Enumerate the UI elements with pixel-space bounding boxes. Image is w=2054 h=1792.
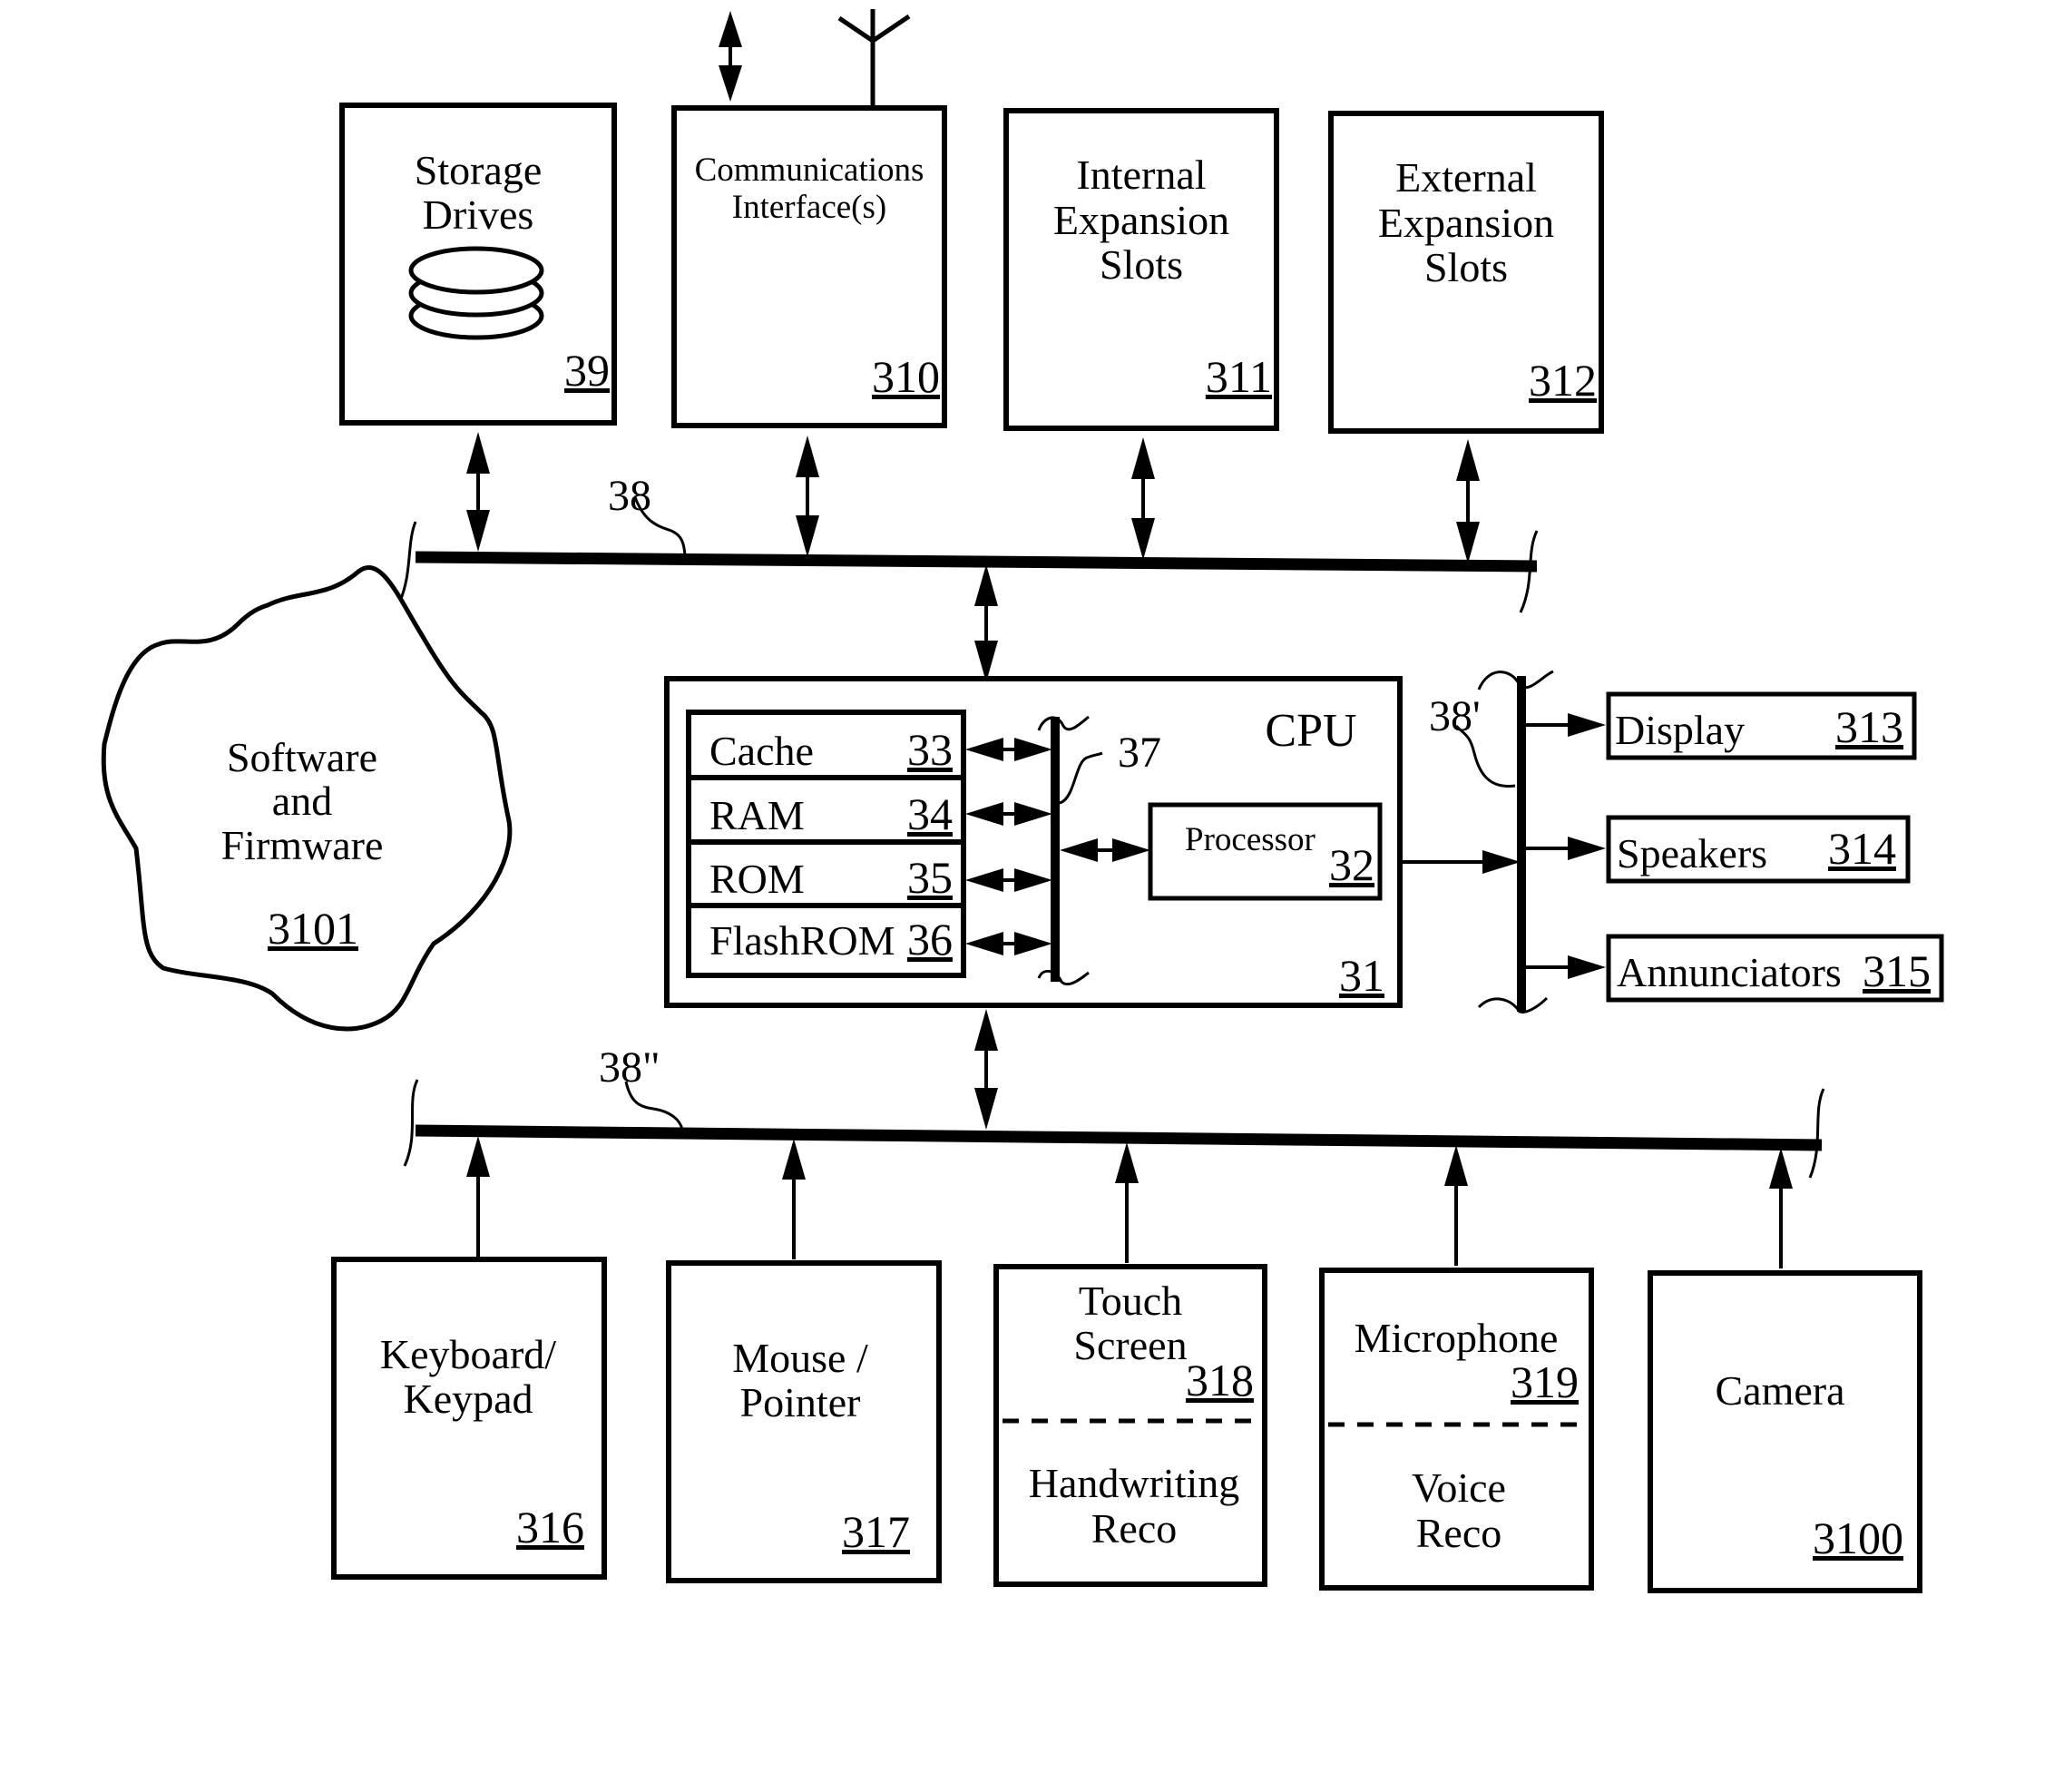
external-label-line3: Slots <box>1424 244 1508 290</box>
touch-label-line1: Touch <box>1079 1278 1182 1324</box>
cpu-output-arrow <box>1403 850 1521 874</box>
storage-ref: 39 <box>564 345 610 396</box>
memory-flashrom: FlashROM 36 <box>709 914 953 965</box>
storage-drives-block: Storage Drives 39 <box>339 103 617 426</box>
handwriting-label-line2: Reco <box>1091 1505 1178 1552</box>
camera-label: Camera <box>1715 1367 1844 1414</box>
keyboard-ref: 316 <box>516 1502 584 1552</box>
external-label-line1: External <box>1395 154 1537 201</box>
camera-block: Camera 3100 <box>1648 1270 1922 1593</box>
software-label-line1: Software <box>227 734 377 780</box>
input-bus: 38" <box>403 1043 1825 1179</box>
annunciators-ref: 315 <box>1863 945 1931 996</box>
memory-stack: Cache 33 RAM 34 ROM 35 FlashROM 36 <box>686 710 966 978</box>
cache-label: Cache <box>709 728 814 774</box>
speakers-arrow <box>1524 837 1606 860</box>
speakers-ref: 314 <box>1828 823 1896 874</box>
software-ref: 3101 <box>268 903 358 954</box>
external-label-line2: Expansion <box>1378 200 1554 246</box>
display-arrow <box>1524 713 1606 737</box>
ram-label: RAM <box>709 792 805 838</box>
microphone-label: Microphone <box>1355 1315 1559 1361</box>
output-bus-label: 38' <box>1429 692 1481 740</box>
processor-label: Processor <box>1185 821 1316 858</box>
storage-bus-arrow <box>466 432 490 552</box>
communications-interface-block: Communications Interface(s) 310 <box>671 105 947 428</box>
touch-ref: 318 <box>1186 1355 1254 1405</box>
mouse-bus-arrow <box>782 1139 806 1259</box>
rom-ref: 35 <box>907 852 953 903</box>
voice-reco-label-line1: Voice <box>1412 1464 1506 1511</box>
block-diagram: Storage Drives 39 Communications Interfa… <box>101 9 1944 1593</box>
annunciators-label: Annunciators <box>1617 949 1842 995</box>
cpu-block: CPU 31 Cache 33 RAM 34 ROM 35 FlashROM 3… <box>664 676 1403 1008</box>
keyboard-label-line1: Keyboard/ <box>380 1331 556 1377</box>
software-label-line2: and <box>272 778 332 824</box>
display-block: Display 313 <box>1606 691 1917 760</box>
storage-label-line2: Drives <box>423 191 534 238</box>
keyboard-bus-arrow <box>466 1136 490 1257</box>
rom-label: ROM <box>709 856 805 902</box>
comms-ref: 310 <box>872 351 940 402</box>
annunciators-arrow <box>1524 955 1606 979</box>
internal-bus-label: 37 <box>1118 729 1161 777</box>
external-bus-arrow <box>1456 439 1480 563</box>
internal-ref: 311 <box>1206 351 1272 402</box>
mouse-ref: 317 <box>842 1506 910 1557</box>
microphone-block: Microphone 319 Voice Reco <box>1319 1268 1594 1591</box>
internal-label-line1: Internal <box>1076 152 1206 198</box>
internal-bus-arrow <box>1131 437 1155 560</box>
external-expansion-slots-block: External Expansion Slots 312 <box>1328 111 1604 434</box>
mouse-block: Mouse / Pointer 317 <box>666 1260 942 1583</box>
storage-label-line1: Storage <box>415 147 543 193</box>
mic-bus-arrow <box>1444 1145 1468 1266</box>
annunciators-block: Annunciators 315 <box>1606 934 1944 1003</box>
external-link-arrow <box>719 11 742 102</box>
comms-label-line2: Interface(s) <box>732 189 886 226</box>
cpu-main-bus-arrow <box>974 564 998 682</box>
processor-block: Processor 32 <box>1148 802 1383 901</box>
keyboard-block: Keyboard/ Keypad 316 <box>331 1257 607 1580</box>
comms-label-line1: Communications <box>695 152 924 189</box>
touch-label-line2: Screen <box>1073 1322 1187 1368</box>
flashrom-ref: 36 <box>907 914 953 965</box>
output-bus: 38' <box>1429 670 1554 1014</box>
keyboard-label-line2: Keypad <box>403 1376 533 1422</box>
ram-ref: 34 <box>907 788 953 839</box>
voice-reco-label-line2: Reco <box>1416 1510 1502 1556</box>
internal-expansion-slots-block: Internal Expansion Slots 311 <box>1003 108 1279 431</box>
processor-ref: 32 <box>1329 839 1374 890</box>
touch-screen-block: Touch Screen 318 Handwriting Reco <box>993 1264 1267 1587</box>
cpu-title: CPU <box>1265 705 1356 757</box>
speakers-block: Speakers 314 <box>1606 815 1911 884</box>
microphone-ref: 319 <box>1511 1356 1579 1407</box>
touch-bus-arrow <box>1115 1142 1139 1263</box>
software-firmware-blob: Software and Firmware 3101 <box>101 564 513 1032</box>
camera-bus-arrow <box>1769 1148 1793 1268</box>
flashrom-label: FlashROM <box>709 917 895 964</box>
speakers-label: Speakers <box>1617 830 1767 876</box>
display-label: Display <box>1615 707 1745 753</box>
input-bus-label: 38" <box>599 1043 660 1092</box>
cpu-ref: 31 <box>1339 950 1384 1001</box>
software-label-line3: Firmware <box>221 822 384 868</box>
cpu-input-bus-arrow <box>974 1009 998 1130</box>
internal-label-line2: Expansion <box>1053 197 1229 243</box>
display-ref: 313 <box>1835 701 1903 752</box>
main-bus-label: 38 <box>608 472 651 520</box>
disk-stack-icon <box>408 246 544 340</box>
mouse-label-line2: Pointer <box>740 1379 861 1425</box>
comms-bus-arrow <box>796 436 819 557</box>
handwriting-label-line1: Handwriting <box>1029 1460 1240 1506</box>
internal-label-line3: Slots <box>1100 241 1183 288</box>
main-bus: 38 <box>397 472 1539 613</box>
mouse-label-line1: Mouse / <box>732 1335 868 1381</box>
external-ref: 312 <box>1529 355 1597 406</box>
antenna-icon <box>837 9 911 106</box>
cache-ref: 33 <box>907 724 953 775</box>
camera-ref: 3100 <box>1813 1513 1903 1563</box>
